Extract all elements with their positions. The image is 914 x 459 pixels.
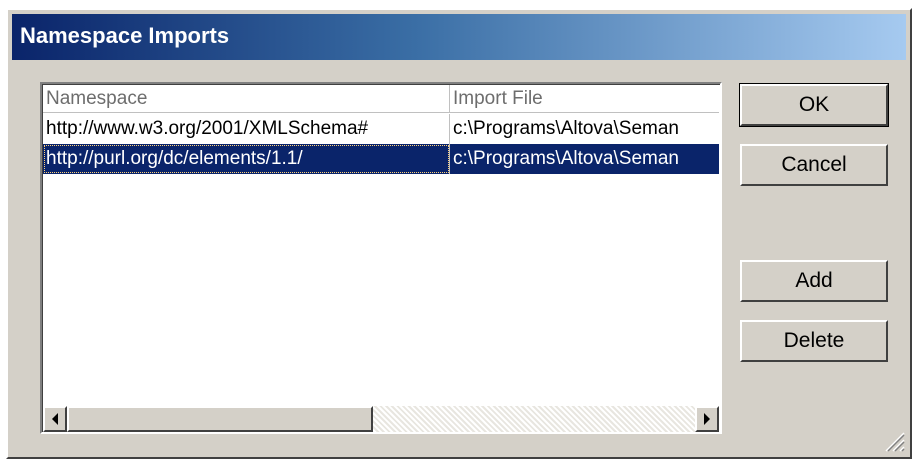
list-header: Namespace Import File (43, 85, 719, 113)
cancel-button[interactable]: Cancel (740, 144, 888, 186)
resize-grip-icon[interactable] (880, 427, 906, 453)
import-file-cell: c:\Programs\Altova\Seman (453, 148, 679, 169)
add-button[interactable]: Add (740, 260, 888, 302)
horizontal-scrollbar[interactable] (43, 406, 719, 432)
dialog-title: Namespace Imports (20, 23, 230, 48)
table-row[interactable]: http://www.w3.org/2001/XMLSchema# c:\Pro… (43, 114, 719, 144)
scroll-left-button[interactable] (43, 406, 67, 432)
arrow-left-icon (52, 413, 58, 425)
import-file-cell: c:\Programs\Altova\Seman (453, 118, 679, 139)
delete-button[interactable]: Delete (740, 320, 888, 362)
column-header-import-file[interactable]: Import File (450, 85, 719, 112)
column-header-namespace[interactable]: Namespace (43, 85, 450, 112)
namespace-list[interactable]: Namespace Import File http://www.w3.org/… (40, 82, 722, 434)
title-bar[interactable]: Namespace Imports (12, 14, 906, 60)
namespace-cell: http://www.w3.org/2001/XMLSchema# (43, 114, 450, 144)
ok-button[interactable]: OK (739, 83, 889, 127)
namespace-cell: http://purl.org/dc/elements/1.1/ (43, 144, 450, 174)
scrollbar-thumb[interactable] (67, 406, 373, 432)
table-row-selected[interactable]: http://purl.org/dc/elements/1.1/ c:\Prog… (43, 144, 719, 174)
namespace-imports-dialog: Namespace Imports Namespace Import File … (6, 8, 912, 459)
arrow-right-icon (704, 413, 710, 425)
scroll-right-button[interactable] (695, 406, 719, 432)
